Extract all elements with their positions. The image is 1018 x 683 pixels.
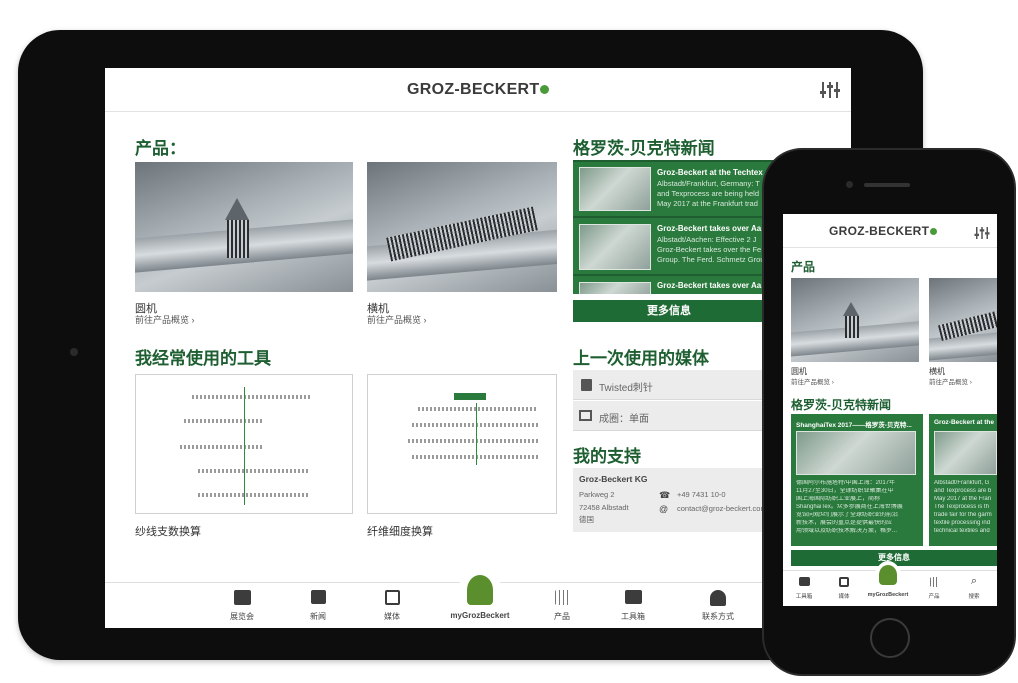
- tablet-header: GROZ-BECKERT: [105, 68, 851, 112]
- news-item-line: technical textiles and: [934, 528, 990, 534]
- news-item-line: 国上海国际纺织工业展上，简称: [796, 496, 881, 502]
- support-title: 我的支持: [573, 447, 641, 466]
- tablet-content: 产品： 圆机 前往产品概览 › 横机 前往产品概览 › 我经常使用的工具 纱线支…: [105, 112, 851, 582]
- media-icon: [839, 577, 849, 587]
- tab-mygrozbeckert[interactable]: myGrozBeckert: [868, 561, 908, 605]
- media-item-label: Twisted刺针: [599, 383, 653, 394]
- media-title: 上一次使用的媒体: [573, 349, 709, 368]
- product-icon: [555, 590, 569, 605]
- phone-speaker: [864, 183, 910, 187]
- tablet-logo[interactable]: GROZ-BECKERT: [407, 81, 550, 99]
- news-item-line: 11月27至30日，全球纺织业聚集在中: [796, 488, 894, 494]
- tab-news[interactable]: 新闻: [293, 590, 343, 622]
- product-image-flat[interactable]: [367, 162, 557, 292]
- tab-search[interactable]: ⌕ 搜索: [957, 575, 991, 600]
- news-icon: [310, 590, 326, 604]
- video-icon: [579, 410, 592, 421]
- media-item-label: 成圈：单面: [599, 414, 649, 425]
- tool-name-yarn-count: 纱线支数换算: [135, 526, 201, 538]
- filter-settings-icon[interactable]: [819, 80, 841, 100]
- news-thumbnail: [579, 167, 651, 211]
- document-icon: [581, 379, 592, 391]
- news-item-title: Groz-Beckert at the: [934, 419, 994, 426]
- contact-icon: [710, 590, 726, 606]
- news-item-line: 德国阿尔布施塔特/中国上海：2017年: [796, 480, 896, 486]
- news-thumbnail: [934, 431, 997, 475]
- news-title: 格罗茨-贝克特新闻: [573, 139, 715, 158]
- phone-product-image-flat[interactable]: [929, 278, 997, 362]
- phone-product-link-circular[interactable]: 前往产品概览 ›: [791, 376, 834, 386]
- product-link-circular[interactable]: 前往产品概览 ›: [135, 313, 195, 326]
- news-item-line: textile processing ind: [934, 520, 991, 526]
- phone-logo[interactable]: GROZ-BECKERT: [829, 224, 938, 238]
- tab-toolbox[interactable]: 工具箱: [787, 577, 821, 600]
- registered-mark-icon: [540, 85, 550, 95]
- phone-news-card[interactable]: Groz-Beckert at the Albstadt/Frankfurt, …: [929, 414, 997, 546]
- media-icon: [384, 590, 400, 605]
- phone-screen: GROZ-BECKERT 产品 圆机 前往产品概览 › 横机 前往产品概览 › …: [783, 214, 997, 606]
- support-city: 72458 Albstadt: [579, 503, 629, 512]
- phone-products-title: 产品: [791, 260, 816, 274]
- calendar-icon: [233, 590, 251, 605]
- phone-news-title: 格罗茨-贝克特新闻: [791, 398, 891, 412]
- product-image-circular[interactable]: [135, 162, 353, 292]
- tab-products[interactable]: 产品: [537, 590, 587, 622]
- tool-name-fiber-fineness: 纤维细度换算: [367, 526, 433, 538]
- phone-product-image-circular[interactable]: [791, 278, 919, 362]
- tab-contact[interactable]: 联系方式: [688, 590, 748, 622]
- registered-mark-icon: [930, 228, 938, 236]
- tab-exhibitions[interactable]: 展览会: [217, 590, 267, 622]
- product-icon: [929, 577, 939, 587]
- tools-title: 我经常使用的工具: [135, 349, 271, 368]
- phone-icon: ☎: [659, 490, 671, 500]
- tab-mygrozbeckert[interactable]: myGrozBeckert: [450, 567, 510, 627]
- phone-header: GROZ-BECKERT: [783, 214, 997, 248]
- news-item-line: The Texprocess is th: [934, 504, 989, 510]
- tablet-tab-bar: 展览会 新闻 媒体 myGrozBeckert 产品 工具箱 联系方式: [105, 567, 851, 628]
- news-item-line: ShanghaiTex。众多参展商在上海世博展: [796, 504, 903, 510]
- news-item-line: 新技术，展会的重点是提供最快的应: [796, 520, 893, 526]
- toolbox-icon: [798, 577, 810, 586]
- user-icon: [879, 565, 897, 585]
- news-item-line: Albstadt/Frankfurt, G: [934, 480, 990, 486]
- tab-media[interactable]: 媒体: [827, 577, 861, 600]
- support-country: 德国: [579, 515, 594, 524]
- products-title: 产品：: [135, 139, 186, 158]
- support-street: Parkweg 2: [579, 490, 615, 499]
- news-item-line: 用领域以及纺织技术解决方案，格罗...: [796, 528, 898, 534]
- news-thumbnail: [579, 224, 651, 270]
- phone-camera: [846, 181, 853, 188]
- news-thumbnail: [796, 431, 916, 475]
- tablet-screen: GROZ-BECKERT 产品： 圆机 前往产品概览 › 横机 前往产品概览 ›…: [105, 68, 851, 628]
- filter-settings-icon[interactable]: [974, 226, 991, 241]
- news-more-button[interactable]: 更多信息: [573, 300, 765, 322]
- phone-device: GROZ-BECKERT 产品 圆机 前往产品概览 › 横机 前往产品概览 › …: [762, 148, 1016, 676]
- tab-products[interactable]: 产品: [917, 577, 951, 600]
- tool-card-yarn-count[interactable]: [135, 374, 353, 514]
- phone-product-link-flat[interactable]: 前往产品概览 ›: [929, 376, 972, 386]
- news-item-title: ShanghaiTex 2017——格罗茨-贝克特...: [796, 422, 912, 429]
- tab-media[interactable]: 媒体: [367, 590, 417, 622]
- phone-home-button[interactable]: [870, 618, 910, 658]
- news-item-line: and Texprocess are b: [934, 488, 992, 494]
- tab-toolbox[interactable]: 工具箱: [608, 590, 658, 622]
- tablet-camera: [70, 348, 78, 356]
- toolbox-icon: [624, 590, 642, 604]
- tool-card-fiber-fineness[interactable]: [367, 374, 557, 514]
- scene: GROZ-BECKERT 产品： 圆机 前往产品概览 › 横机 前往产品概览 ›…: [0, 0, 1018, 683]
- news-item-line: 览馆向观众们展示了全球纺织业的前沿: [796, 512, 899, 518]
- news-item-line: trade fair for the garm: [934, 512, 992, 518]
- search-icon: ⌕: [970, 575, 978, 587]
- email-icon: @: [659, 504, 669, 514]
- product-link-flat[interactable]: 前往产品概览 ›: [367, 313, 427, 326]
- support-company: Groz-Beckert KG: [579, 474, 648, 484]
- news-item-line: May 2017 at the Fran: [934, 496, 992, 502]
- user-icon: [467, 575, 493, 605]
- support-phone[interactable]: +49 7431 10-0: [677, 490, 726, 499]
- news-thumbnail: [579, 282, 651, 294]
- phone-tab-bar: 工具箱 媒体 myGrozBeckert 产品 ⌕ 搜索: [783, 561, 997, 606]
- phone-news-card[interactable]: ShanghaiTex 2017——格罗茨-贝克特... 德国阿尔布施塔特/中国…: [791, 414, 923, 546]
